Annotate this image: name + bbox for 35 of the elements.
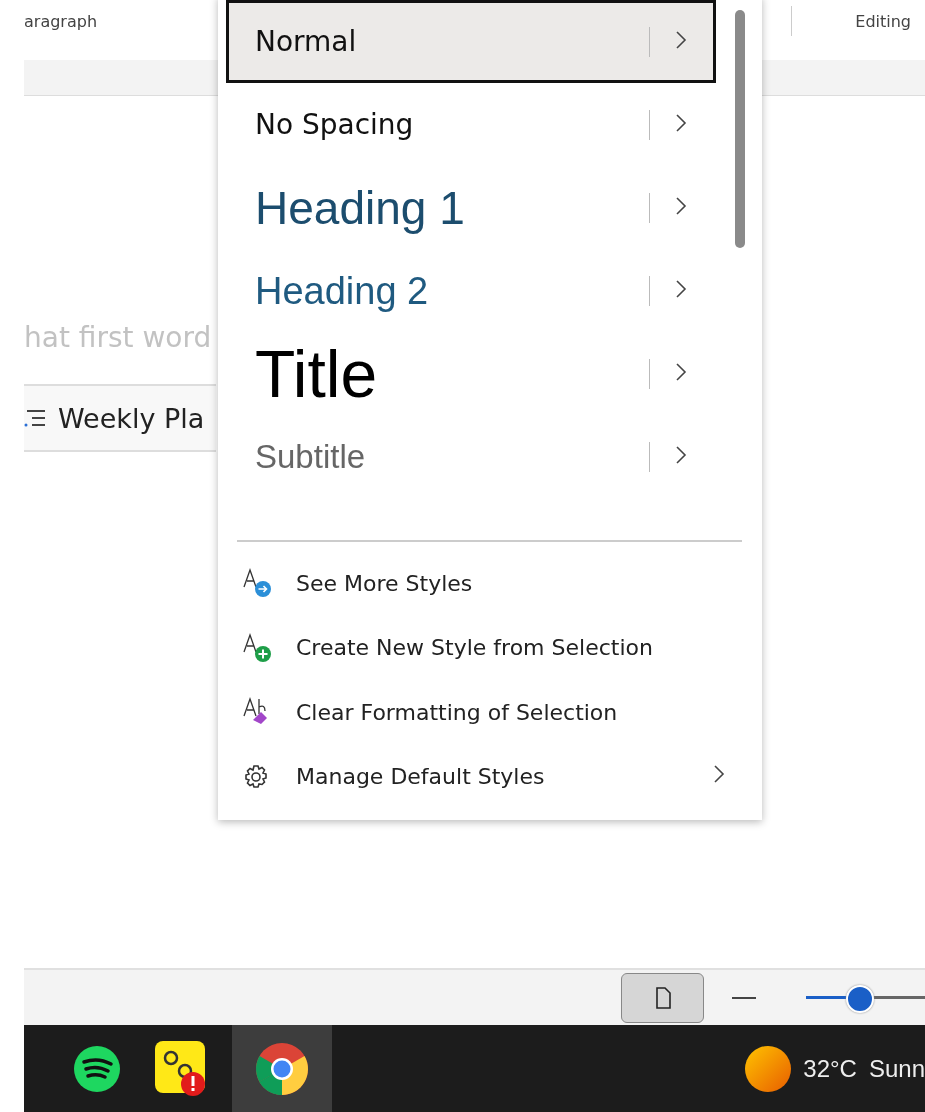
slider-thumb[interactable]	[845, 984, 874, 1013]
chevron-right-icon	[675, 112, 687, 133]
style-option[interactable]: Normal	[226, 0, 716, 83]
taskbar-button[interactable]	[232, 1025, 332, 1112]
zoom-out-icon[interactable]	[732, 996, 756, 999]
chevron-right-icon	[675, 361, 687, 382]
page-icon	[654, 986, 671, 1009]
browser-icon[interactable]	[256, 1042, 308, 1095]
style-option[interactable]: Subtitle	[226, 415, 716, 498]
chevron-right-icon	[675, 29, 687, 50]
weather-text: Sunn	[868, 1054, 925, 1083]
page-view-button[interactable]	[621, 972, 704, 1023]
style-option[interactable]: Heading 1	[226, 166, 716, 249]
temperature-text: 32°C	[803, 1054, 857, 1083]
menu-item[interactable]: Clear Formatting of Selection	[243, 680, 762, 745]
sun-icon	[745, 1045, 792, 1092]
style-option[interactable]: No Spacing	[226, 83, 716, 166]
music-app-icon[interactable]	[74, 1045, 120, 1092]
style-option[interactable]: Title	[226, 332, 716, 415]
menu-item[interactable]: See More Styles	[243, 551, 762, 616]
settings-icon	[243, 763, 269, 790]
scrollbar-thumb[interactable]	[735, 10, 745, 248]
chevron-right-icon	[675, 195, 687, 216]
list-item[interactable]: Weekly Pla	[24, 384, 216, 452]
list-icon	[24, 407, 46, 429]
placeholder-text: hat first word	[24, 321, 212, 354]
group-label: Editing	[855, 12, 911, 31]
style-option[interactable]: Heading 2	[226, 249, 716, 332]
chevron-right-icon	[675, 444, 687, 465]
menu-item[interactable]: Create New Style from Selection	[243, 615, 762, 680]
list-item-title: Weekly Pla	[58, 402, 205, 434]
chevron-right-icon	[675, 278, 687, 299]
group-label: aragraph	[24, 12, 99, 31]
chevron-right-icon	[713, 764, 725, 785]
menu-item[interactable]: Manage Default Styles	[243, 744, 762, 809]
